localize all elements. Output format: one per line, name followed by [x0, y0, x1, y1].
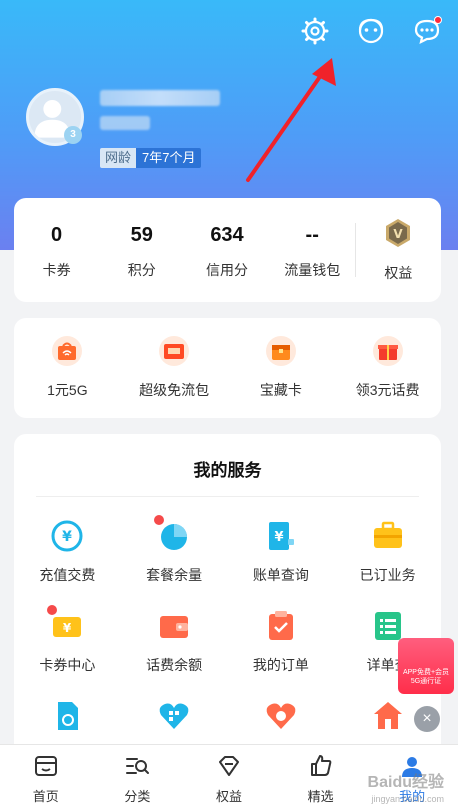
floating-ad-box: APP免费+会员 5G通行证: [398, 638, 454, 694]
tab-label: 权益: [215, 789, 242, 804]
order-icon: [264, 609, 298, 643]
services-grid: ¥ 充值交费 套餐余量 ¥ 账单查询 已订业务 ¥ 卡券中心 话费余额 我的订单: [14, 515, 441, 733]
avatar-level-badge: 3: [64, 126, 82, 144]
tab-label: 分类: [124, 789, 151, 804]
service-my-orders[interactable]: 我的订单: [228, 609, 335, 675]
network-age-value: 7年7个月: [136, 148, 202, 168]
floating-ad-line2: 5G通行证: [410, 678, 442, 685]
thumbs-up-icon: [310, 755, 331, 776]
heart-face-icon: [264, 699, 298, 733]
service-credit-balance[interactable]: 话费余额: [121, 609, 228, 675]
stat-data-wallet[interactable]: -- 流量钱包: [270, 220, 355, 280]
stat-points[interactable]: 59 积分: [99, 220, 184, 280]
service-bill-query[interactable]: ¥ 账单查询: [228, 519, 335, 585]
blurred-username: [100, 90, 220, 106]
service-label: 套餐余量: [146, 567, 203, 583]
notification-dot: [434, 16, 442, 24]
pie-chart-icon: [157, 519, 191, 553]
customer-service-button[interactable]: [354, 14, 388, 48]
service-label: 已订业务: [359, 567, 416, 583]
wifi-bag-icon: [52, 336, 83, 366]
home-tab-icon: [34, 756, 57, 776]
service-plan-balance[interactable]: 套餐余量: [121, 515, 228, 585]
blurred-phone: [100, 116, 150, 130]
heart-qr-icon: [157, 699, 191, 733]
rights-label: 权益: [384, 264, 413, 281]
stat-value: 634: [210, 224, 244, 246]
service-label: 账单查询: [252, 567, 309, 583]
v-badge-icon: V: [386, 218, 411, 247]
messages-button[interactable]: [410, 14, 444, 48]
stat-label: 卡券: [42, 262, 71, 278]
promo-label: 1元5G: [47, 382, 88, 398]
stat-label: 信用分: [206, 262, 248, 278]
floating-ad[interactable]: APP免费+会员 5G通行证: [398, 638, 458, 700]
customer-service-icon: [358, 18, 384, 44]
service-heart-face[interactable]: [228, 699, 335, 733]
bill-icon: ¥: [264, 519, 298, 553]
promo-label: 领3元话费: [355, 382, 420, 398]
promo-card: 1元5G 超级免流包 宝藏卡 领3元话费: [14, 318, 441, 418]
stat-coupons[interactable]: 0 卡券: [14, 220, 99, 280]
services-card: 我的服务 ¥ 充值交费 套餐余量 ¥ 账单查询 已订业务 ¥ 卡券中心 话费余额: [14, 434, 441, 764]
service-recharge[interactable]: ¥ 充值交费: [14, 519, 121, 585]
service-sim[interactable]: [14, 699, 121, 733]
tab-home[interactable]: 首页: [0, 745, 92, 806]
red-gift-icon: [372, 336, 403, 366]
recharge-icon: ¥: [50, 519, 84, 553]
tab-rights[interactable]: 权益: [183, 745, 275, 806]
service-coupon-center[interactable]: ¥ 卡券中心: [14, 605, 121, 675]
svg-text:¥: ¥: [274, 530, 283, 545]
stats-card: 0 卡券 59 积分 634 信用分 -- 流量钱包 V 权益: [14, 198, 441, 302]
service-label: 充值交费: [39, 567, 96, 583]
badge-letter: V: [394, 227, 404, 241]
network-age-key: 网龄: [100, 148, 137, 168]
promo-free-data[interactable]: 超级免流包: [121, 336, 228, 400]
rights-entry[interactable]: V 权益: [356, 218, 441, 283]
settings-button[interactable]: [298, 14, 332, 48]
service-label: 我的订单: [252, 657, 309, 673]
floating-ad-line1: APP免费+会员: [402, 669, 450, 676]
network-age-tag: 网龄 7年7个月: [100, 148, 202, 168]
promo-label: 超级免流包: [139, 382, 210, 398]
watermark: Baidu经验: [367, 774, 444, 791]
sim-card-icon: [50, 699, 84, 733]
stat-label: 流量钱包: [284, 262, 341, 278]
briefcase-icon: [371, 519, 405, 553]
stat-label: 积分: [127, 262, 156, 278]
diamond-icon: [218, 756, 239, 776]
wallet-icon: [157, 609, 191, 643]
gift-box-icon: [159, 336, 190, 366]
promo-label: 宝藏卡: [259, 382, 302, 398]
svg-text:¥: ¥: [63, 621, 72, 635]
promo-1yuan-5g[interactable]: 1元5G: [14, 336, 121, 400]
svg-text:¥: ¥: [63, 529, 73, 545]
services-title: 我的服务: [193, 461, 262, 480]
tab-featured[interactable]: 精选: [275, 745, 367, 806]
stat-value: 0: [51, 224, 63, 246]
stat-credit[interactable]: 634 信用分: [184, 220, 269, 280]
service-label: 话费余额: [146, 657, 203, 673]
annotation-arrow: [246, 58, 336, 182]
service-heart-qr[interactable]: [121, 699, 228, 733]
stat-value: 59: [130, 224, 153, 246]
watermark-sub: jingyan.baidu.com: [371, 794, 444, 804]
home-icon: [371, 699, 405, 733]
close-icon[interactable]: ×: [414, 706, 440, 732]
category-search-icon: [126, 758, 150, 774]
gear-icon: [301, 17, 329, 45]
treasure-card-icon: [265, 336, 296, 366]
divider: [36, 496, 419, 497]
stat-value: --: [305, 224, 319, 246]
tab-label: 首页: [32, 789, 59, 804]
promo-treasure-card[interactable]: 宝藏卡: [228, 336, 335, 400]
coupon-icon: ¥: [50, 609, 84, 643]
service-label: 卡券中心: [39, 657, 96, 673]
top-actions: [298, 14, 444, 48]
service-subscribed[interactable]: 已订业务: [334, 519, 441, 585]
tab-label: 精选: [307, 789, 334, 804]
tab-category[interactable]: 分类: [92, 745, 184, 806]
promo-3yuan-credit[interactable]: 领3元话费: [334, 336, 441, 400]
